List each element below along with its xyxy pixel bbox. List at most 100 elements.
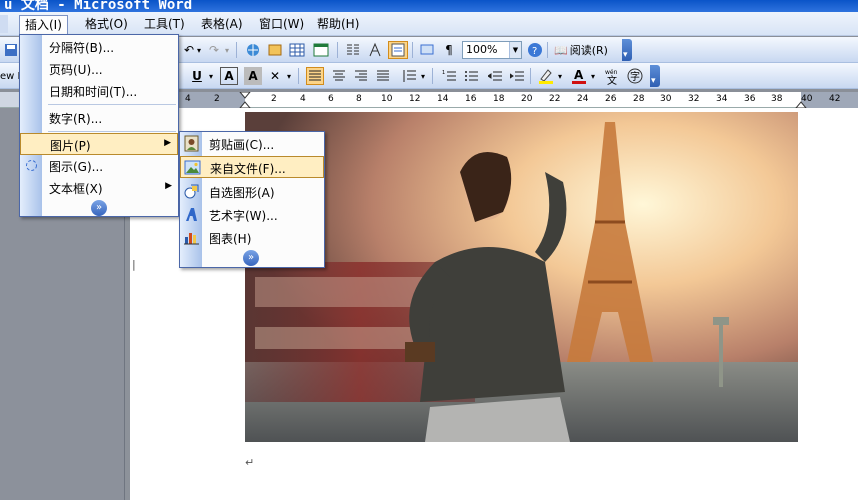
menu-item-picture[interactable]: 图片(P) ▶ xyxy=(20,133,178,155)
submenu-arrow-icon: ▶ xyxy=(165,181,172,191)
char-scale-icon[interactable]: ✕ xyxy=(266,67,284,85)
menu-item-date-time[interactable]: 日期和时间(T)... xyxy=(20,80,178,102)
submenu-item-autoshapes[interactable]: 自选图形(A) xyxy=(180,181,324,203)
paragraph-mark-icon[interactable]: ¶ xyxy=(440,41,458,59)
tables-borders-icon[interactable] xyxy=(266,41,284,59)
menu-help[interactable]: 帮助(H) xyxy=(312,15,364,33)
toolbar-options-icon[interactable] xyxy=(650,65,660,87)
submenu-item-chart[interactable]: 图表(H) xyxy=(180,227,324,249)
redo-dropdown-icon[interactable]: ▾ xyxy=(222,41,232,59)
insert-excel-icon[interactable] xyxy=(312,41,330,59)
menu-table[interactable]: 表格(A) xyxy=(196,15,248,33)
font-color-dropdown-icon[interactable]: ▾ xyxy=(588,67,598,85)
menu-bar: 插入(I) 格式(O) 工具(T) 表格(A) 窗口(W) 帮助(H) xyxy=(0,12,858,36)
chart-icon xyxy=(184,233,199,245)
svg-text:1: 1 xyxy=(442,70,445,76)
distribute-icon[interactable] xyxy=(374,67,392,85)
highlight-dropdown-icon[interactable]: ▾ xyxy=(555,67,565,85)
submenu-arrow-icon: ▶ xyxy=(164,138,171,148)
redo-icon[interactable]: ↷ xyxy=(205,41,223,59)
ruler-tick-label: 26 xyxy=(605,94,617,104)
bullets-icon[interactable] xyxy=(462,67,480,85)
picture-submenu: 剪贴画(C)... 来自文件(F)... 自选图形(A) 艺术字(W)... 图… xyxy=(179,131,325,268)
ruler-tick-label: 14 xyxy=(437,94,449,104)
insert-table-icon[interactable] xyxy=(288,41,306,59)
char-scale-dropdown-icon[interactable]: ▾ xyxy=(284,67,294,85)
ruler-tick-label: 34 xyxy=(716,94,728,104)
menu-separator xyxy=(48,131,176,132)
ruler-tick-label: 20 xyxy=(521,94,533,104)
ruler-tick-label: 8 xyxy=(356,94,362,104)
menu-item-break[interactable]: 分隔符(B)... xyxy=(20,36,178,58)
line-spacing-dropdown-icon[interactable]: ▾ xyxy=(418,67,428,85)
menu-item-number[interactable]: 数字(R)... xyxy=(20,107,178,129)
increase-indent-icon[interactable] xyxy=(508,67,526,85)
ruler-tick-label: 40 xyxy=(801,94,813,104)
menu-tools[interactable]: 工具(T) xyxy=(139,15,190,33)
hyperlink-icon[interactable] xyxy=(244,41,262,59)
svg-text:wén: wén xyxy=(605,69,618,76)
ruler-tick-label: 38 xyxy=(771,94,783,104)
align-right-icon[interactable] xyxy=(352,67,370,85)
columns-icon[interactable] xyxy=(344,41,362,59)
font-color-icon[interactable]: A xyxy=(570,67,588,85)
drawing-icon[interactable] xyxy=(366,41,384,59)
autoshapes-icon xyxy=(184,184,199,199)
toolbar-options-icon[interactable] xyxy=(622,39,632,61)
show-hide-icon[interactable] xyxy=(418,41,436,59)
ruler-tick-label: 22 xyxy=(549,94,561,104)
align-center-icon[interactable] xyxy=(330,67,348,85)
menu-window[interactable]: 窗口(W) xyxy=(254,15,309,33)
clipart-icon xyxy=(184,135,199,152)
phonetic-guide-icon[interactable]: wén 文 xyxy=(604,67,622,85)
menu-format[interactable]: 格式(O) xyxy=(80,15,133,33)
save-icon[interactable] xyxy=(2,41,20,59)
underline-icon[interactable]: U xyxy=(188,67,206,85)
document-map-icon[interactable] xyxy=(388,41,408,59)
book-icon: 📖 xyxy=(554,43,568,57)
svg-text:文: 文 xyxy=(607,74,617,85)
ruler-tick-label: 16 xyxy=(465,94,477,104)
title-bar: u 文档 - Microsoft Word xyxy=(0,0,858,12)
numbering-icon[interactable]: 1 xyxy=(440,67,458,85)
svg-text:?: ? xyxy=(532,46,537,57)
decrease-indent-icon[interactable] xyxy=(486,67,504,85)
expand-menu-icon[interactable]: » xyxy=(91,200,107,216)
submenu-item-wordart[interactable]: 艺术字(W)... xyxy=(180,204,324,226)
enclose-char-icon[interactable]: 字 xyxy=(626,67,644,85)
char-border-icon[interactable]: A xyxy=(220,67,238,85)
menu-item-text-box[interactable]: 文本框(X) ▶ xyxy=(20,177,178,199)
ruler-tick-label: 30 xyxy=(660,94,672,104)
menubar-overflow[interactable] xyxy=(0,15,8,33)
char-shading-icon[interactable]: A xyxy=(244,67,262,85)
ruler-tick-label: 4 xyxy=(300,94,306,104)
separator xyxy=(530,68,531,84)
highlight-icon[interactable] xyxy=(537,67,555,85)
paragraph-mark: ↵ xyxy=(245,456,255,469)
diagram-icon xyxy=(26,160,37,171)
ruler-tick-label: 2 xyxy=(271,94,277,104)
read-mode-button[interactable]: 📖 阅读(R) xyxy=(554,41,616,59)
indent-marker-icon[interactable] xyxy=(239,92,251,108)
ruler-tick-label: 2 xyxy=(214,94,220,104)
submenu-item-clipart[interactable]: 剪贴画(C)... xyxy=(180,133,324,155)
justify-icon[interactable] xyxy=(306,67,324,85)
help-icon[interactable]: ? xyxy=(526,41,544,59)
line-spacing-icon[interactable] xyxy=(400,67,418,85)
ruler-tick-label: 24 xyxy=(577,94,589,104)
separator xyxy=(298,68,299,84)
zoom-select[interactable]: 100% ▼ xyxy=(462,41,522,59)
ruler-tick-label: 28 xyxy=(633,94,645,104)
ruler-tick-label: 10 xyxy=(381,94,393,104)
expand-menu-icon[interactable]: » xyxy=(243,250,259,266)
inserted-picture[interactable] xyxy=(245,112,798,442)
horizontal-ruler[interactable]: 4 2 2 4 6 8 10 12 14 16 18 20 22 24 26 2… xyxy=(125,92,858,108)
menu-item-page-numbers[interactable]: 页码(U)... xyxy=(20,58,178,80)
undo-dropdown-icon[interactable]: ▾ xyxy=(194,41,204,59)
window-title: u 文档 - Microsoft Word xyxy=(4,0,193,12)
submenu-item-from-file[interactable]: 来自文件(F)... xyxy=(180,156,324,178)
menu-item-diagram[interactable]: 图示(G)... xyxy=(20,155,178,177)
text-cursor: | xyxy=(132,258,136,271)
underline-dropdown-icon[interactable]: ▾ xyxy=(206,67,216,85)
menu-insert[interactable]: 插入(I) xyxy=(19,15,68,36)
